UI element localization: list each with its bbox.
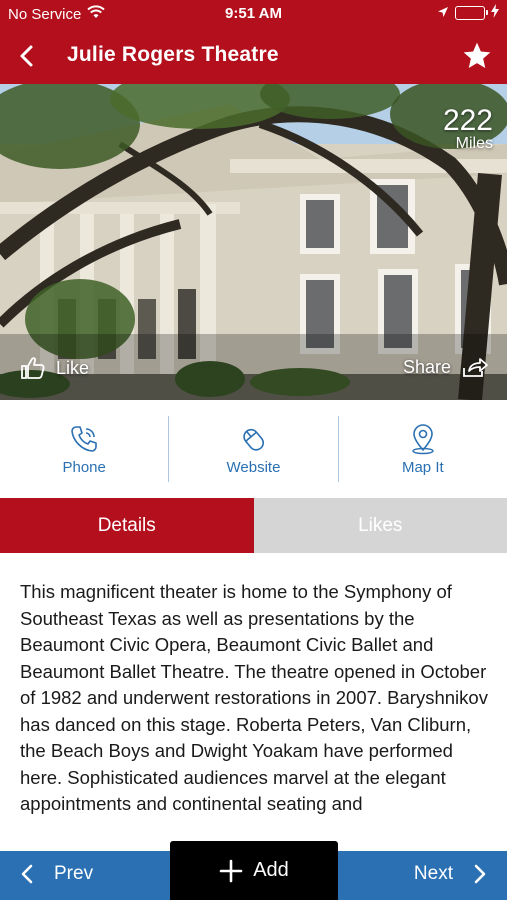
share-label: Share <box>402 356 451 377</box>
website-button[interactable]: Website <box>169 400 337 498</box>
next-label: Next <box>413 863 453 884</box>
favorite-button[interactable] <box>461 40 493 72</box>
nav-bar: Julie Rogers Theatre <box>0 28 507 84</box>
action-row: Phone Website Map It <box>0 400 507 498</box>
chevron-right-icon <box>474 864 486 884</box>
map-pin-icon <box>412 423 434 454</box>
phone-icon <box>71 425 97 452</box>
share-arrow-icon <box>463 358 488 377</box>
share-button[interactable]: Share <box>403 356 489 378</box>
battery-icon <box>455 6 488 20</box>
prev-button[interactable]: Prev <box>20 863 93 885</box>
thumbs-up-icon <box>21 357 45 379</box>
phone-button[interactable]: Phone <box>0 400 168 498</box>
map-it-label: Map It <box>401 458 444 476</box>
status-bar: No Service 9:51 AM <box>0 0 507 28</box>
mouse-icon <box>243 428 265 451</box>
theatre-building-illustration <box>0 84 507 400</box>
tab-bar: Details Likes <box>0 498 507 553</box>
back-button[interactable] <box>12 41 42 71</box>
tab-likes[interactable]: Likes <box>253 498 507 553</box>
venue-description: This magnificent theater is home to the … <box>20 581 488 814</box>
venue-photo: 222 Miles Like Share <box>0 84 507 400</box>
distance-badge: 222 Miles <box>443 106 493 153</box>
tab-details[interactable]: Details <box>0 498 254 553</box>
like-button[interactable]: Like <box>20 356 89 380</box>
location-arrow-icon <box>437 5 449 22</box>
website-label: Website <box>226 458 281 476</box>
chevron-left-icon <box>20 45 33 67</box>
page-title: Julie Rogers Theatre <box>67 43 279 66</box>
status-time: 9:51 AM <box>225 5 282 22</box>
distance-unit: Miles <box>455 135 493 152</box>
add-button[interactable]: Add <box>170 841 338 900</box>
distance-value: 222 <box>442 104 493 137</box>
map-it-button[interactable]: Map It <box>339 400 507 498</box>
like-label: Like <box>56 357 90 378</box>
status-right-group <box>437 4 499 22</box>
chevron-left-icon <box>21 864 33 884</box>
charging-bolt-icon <box>491 4 499 22</box>
add-label: Add <box>253 859 289 881</box>
prev-label: Prev <box>54 863 94 884</box>
next-button[interactable]: Next <box>414 863 487 885</box>
phone-label: Phone <box>62 458 106 476</box>
star-icon <box>463 42 491 68</box>
plus-icon <box>219 859 243 882</box>
